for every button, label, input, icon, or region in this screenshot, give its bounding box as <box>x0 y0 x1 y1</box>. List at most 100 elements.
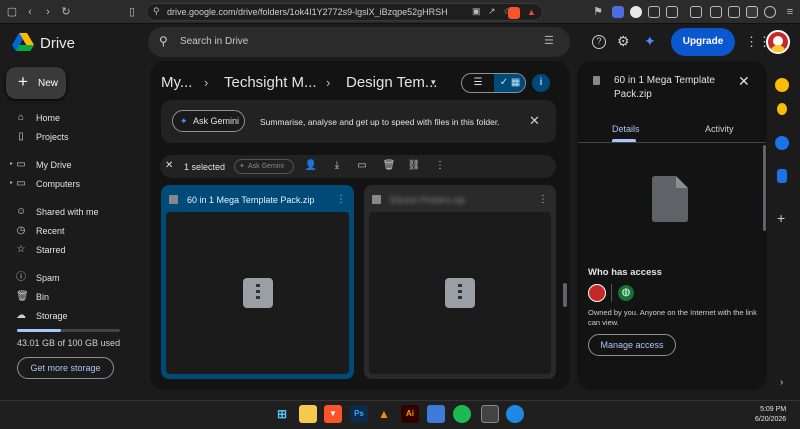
get-more-storage-button[interactable]: Get more storage <box>17 357 114 379</box>
ask-gemini-label: Ask Gemini <box>193 116 240 126</box>
chevron-right-icon[interactable]: › <box>780 377 783 388</box>
more-options-icon[interactable]: ⋮ <box>433 159 447 173</box>
file-preview-icon <box>652 176 688 222</box>
gemini-icon[interactable]: ✦ <box>644 33 656 50</box>
move-icon[interactable]: ▭ <box>355 159 369 173</box>
brave-browser-icon[interactable]: ▼ <box>324 405 342 423</box>
tab-details[interactable]: Details <box>612 124 640 134</box>
split-view-icon[interactable] <box>710 6 722 18</box>
breadcrumb-item[interactable]: Techsight M... <box>224 74 317 91</box>
file-explorer-icon[interactable] <box>299 405 317 423</box>
more-options-icon[interactable]: ⋮ <box>538 194 548 205</box>
back-icon[interactable]: ‹ <box>22 4 38 20</box>
divider <box>611 284 612 302</box>
view-toggle: ☰ ✓ ▦ <box>461 73 526 93</box>
new-button[interactable]: + New <box>6 67 66 99</box>
settings-icon[interactable]: ⚙ <box>617 33 630 50</box>
url-text[interactable]: drive.google.com/drive/folders/1ok4I1Y27… <box>167 7 448 17</box>
manage-access-button[interactable]: Manage access <box>588 334 676 356</box>
extension-circle-icon[interactable] <box>630 6 642 18</box>
filter-icon[interactable]: ☰ <box>544 34 554 47</box>
ask-gemini-button[interactable]: ✦ Ask Gemini <box>172 110 245 132</box>
file-card-selected[interactable]: 60 in 1 Mega Template Pack.zip ⋮ <box>161 185 354 379</box>
drive-logo-icon[interactable] <box>12 33 34 51</box>
upgrade-button[interactable]: Upgrade <box>671 28 735 56</box>
photoshop-icon[interactable]: Ps <box>350 405 368 423</box>
sidebar-item-label: Bin <box>36 292 50 302</box>
clear-selection-icon[interactable]: ✕ <box>165 160 173 171</box>
extensions-icon[interactable] <box>666 6 678 18</box>
brave-shield-icon[interactable] <box>508 7 520 19</box>
share-icon[interactable]: ↗ <box>488 6 496 17</box>
details-scrollbar[interactable] <box>763 145 766 231</box>
illustrator-icon[interactable]: Ai <box>401 405 419 423</box>
breadcrumb-current[interactable]: Design Tem... <box>346 74 437 91</box>
ask-gemini-disabled-button: ✦ Ask Gemini <box>234 159 294 174</box>
chevron-down-icon[interactable]: ▾ <box>431 77 436 88</box>
globe-icon[interactable]: ◍ <box>618 285 634 301</box>
extension-sync-icon[interactable] <box>648 6 660 18</box>
list-view-icon[interactable]: ☰ <box>462 74 494 92</box>
tasks-icon[interactable] <box>775 136 789 150</box>
site-info-icon[interactable]: ⚲ <box>153 6 160 17</box>
sidebar-item-label: My Drive <box>36 160 72 170</box>
system-clock[interactable]: 5:09 PM 6/20/2026 <box>755 405 786 425</box>
close-icon[interactable]: ✕ <box>529 113 540 129</box>
browser-toolbar: ▢ ‹ › ↻ ▯ ⚲ drive.google.com/drive/folde… <box>0 0 800 24</box>
add-addon-icon[interactable]: + <box>777 210 785 226</box>
flag-icon[interactable]: ⚑ <box>590 4 606 20</box>
grid-view-icon[interactable]: ✓ ▦ <box>494 74 525 92</box>
sidebar-item-label: Computers <box>36 179 81 189</box>
vpn-icon[interactable] <box>764 6 776 18</box>
expand-arrow-icon[interactable]: ▸ <box>10 179 13 186</box>
file-card[interactable]: Elector Posters.zip ⋮ <box>364 185 556 379</box>
help-icon[interactable]: ? <box>592 35 606 49</box>
sidebar-toggle-icon[interactable] <box>690 6 702 18</box>
tabs-icon[interactable]: ▢ <box>4 4 20 20</box>
rewards-icon[interactable]: ▲ <box>527 7 536 17</box>
download-icon[interactable]: ⤓ <box>330 159 344 173</box>
bookmark-icon[interactable]: ▯ <box>124 4 140 20</box>
bin-icon: 🗑 <box>16 291 29 302</box>
forward-icon[interactable]: › <box>40 4 56 20</box>
photos-icon[interactable] <box>427 405 445 423</box>
breadcrumb-item[interactable]: My... <box>161 74 192 91</box>
sidebar-item-label: Spam <box>36 273 60 283</box>
sidebar-item-label: Recent <box>36 226 65 236</box>
reload-icon[interactable]: ↻ <box>58 4 74 20</box>
expand-arrow-icon[interactable]: ▸ <box>10 160 13 167</box>
search-input[interactable]: ⚲ Search in Drive ☰ <box>148 27 570 57</box>
windows-start-icon[interactable]: ⊞ <box>273 405 291 423</box>
avatar[interactable] <box>766 30 790 54</box>
owner-avatar[interactable] <box>588 284 606 302</box>
plus-icon: + <box>18 72 28 91</box>
delete-icon[interactable]: 🗑 <box>382 159 396 173</box>
home-icon: ⌂ <box>17 112 25 123</box>
chevron-right-icon: › <box>204 75 209 90</box>
extension-shield-icon[interactable] <box>612 6 624 18</box>
calendar-icon[interactable] <box>775 78 789 92</box>
contacts-icon[interactable] <box>777 169 787 183</box>
main-scrollbar[interactable] <box>563 283 567 307</box>
more-options-icon[interactable]: ⋮ <box>336 194 346 205</box>
tab-activity[interactable]: Activity <box>705 124 734 134</box>
vlc-icon[interactable]: ▲ <box>375 405 393 423</box>
translate-icon[interactable]: ▣ <box>472 6 481 17</box>
wallet-icon[interactable] <box>746 6 758 18</box>
reading-list-icon[interactable] <box>728 6 740 18</box>
edge-icon[interactable] <box>506 405 524 423</box>
file-thumbnail <box>369 212 551 374</box>
storage-progress <box>17 329 120 332</box>
copy-link-icon[interactable]: ⛓ <box>407 159 421 173</box>
keep-icon[interactable] <box>777 103 787 115</box>
spotify-icon[interactable] <box>453 405 471 423</box>
search-icon[interactable]: ⚲ <box>159 34 168 48</box>
snipping-tool-icon[interactable] <box>481 405 499 423</box>
app-name[interactable]: Drive <box>40 35 75 52</box>
share-person-icon[interactable]: 👤 <box>304 159 318 173</box>
menu-icon[interactable]: ≡ <box>782 4 798 20</box>
address-bar[interactable]: ⚲ drive.google.com/drive/folders/1ok4I1Y… <box>146 3 543 21</box>
info-icon[interactable]: i <box>532 74 550 92</box>
clock-date: 6/20/2026 <box>755 416 787 423</box>
close-icon[interactable]: ✕ <box>738 73 750 90</box>
